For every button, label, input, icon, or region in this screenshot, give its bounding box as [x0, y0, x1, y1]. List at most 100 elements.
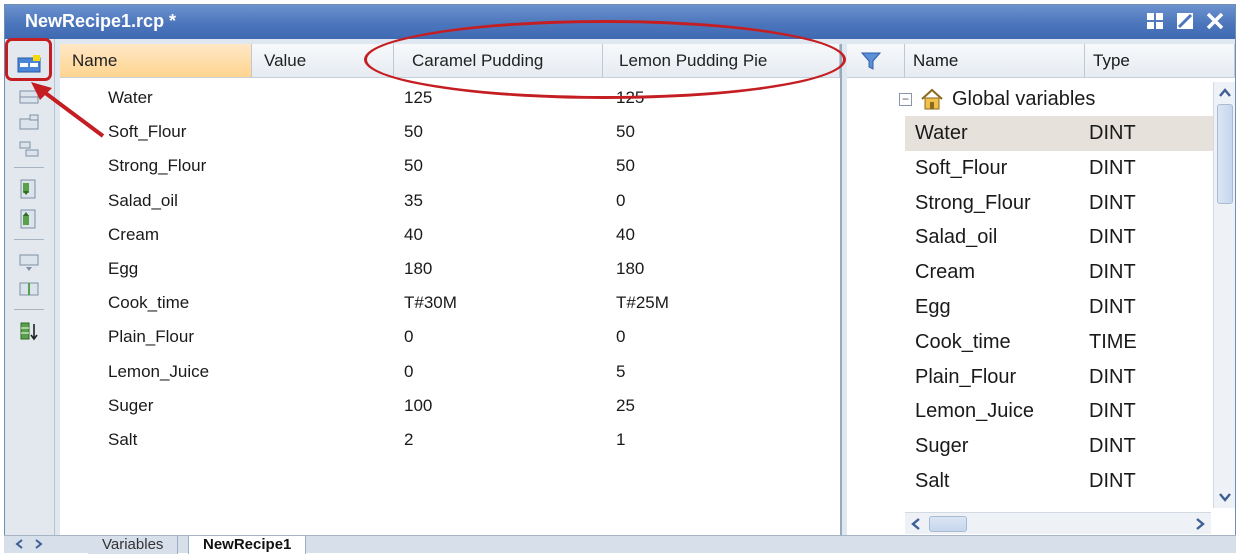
variable-row[interactable]: Salt DINT [905, 464, 1215, 499]
delete-column-icon[interactable] [16, 277, 42, 301]
cell-caramel-pudding[interactable]: 0 [404, 320, 413, 354]
vertical-scroll-thumb[interactable] [1217, 104, 1233, 204]
recipe-row[interactable]: Soft_Flour 50 50 [60, 115, 840, 149]
variable-type: DINT [1089, 435, 1136, 458]
variable-row[interactable]: Egg DINT [905, 290, 1215, 325]
tab-nav-right-icon[interactable] [32, 537, 46, 551]
sort-icon[interactable] [16, 319, 42, 343]
variable-row[interactable]: Plain_Flour DINT [905, 360, 1215, 395]
variable-name: Strong_Flour [915, 191, 1031, 214]
cell-caramel-pudding[interactable]: 40 [404, 218, 423, 252]
global-variables-group[interactable]: − Global variables [899, 82, 1095, 116]
cell-lemon-pudding-pie[interactable]: 25 [616, 389, 635, 423]
cell-lemon-pudding-pie[interactable]: 50 [616, 149, 635, 183]
recipe-row[interactable]: Plain_Flour 0 0 [60, 320, 840, 354]
scroll-left-icon[interactable] [907, 515, 925, 533]
cell-caramel-pudding[interactable]: 35 [404, 184, 423, 218]
toolbar-separator [14, 167, 44, 168]
variables-header-name[interactable]: Name [905, 44, 1085, 78]
toolbar-separator [14, 239, 44, 240]
variable-name: Salt [915, 470, 950, 492]
cell-lemon-pudding-pie[interactable]: 0 [616, 320, 625, 354]
variable-row[interactable]: Strong_Flour DINT [905, 186, 1215, 221]
cell-lemon-pudding-pie[interactable]: 180 [616, 252, 644, 286]
cell-name[interactable]: Plain_Flour [108, 320, 194, 354]
cell-lemon-pudding-pie[interactable]: 1 [616, 423, 625, 457]
tab-variables[interactable]: Variables [88, 536, 179, 554]
cell-lemon-pudding-pie[interactable]: 50 [616, 115, 635, 149]
cell-name[interactable]: Soft_Flour [108, 115, 186, 149]
recipe-toolbar [5, 39, 55, 539]
recipe-row[interactable]: Egg 180 180 [60, 252, 840, 286]
variable-row[interactable]: Cook_time TIME [905, 325, 1215, 360]
variable-row[interactable]: Salad_oil DINT [905, 220, 1215, 255]
toolbar-separator [14, 309, 44, 310]
filter-icon[interactable] [847, 44, 905, 78]
cell-name[interactable]: Water [108, 81, 153, 115]
move-column-icon[interactable] [16, 137, 42, 161]
recipe-row[interactable]: Lemon_Juice 0 5 [60, 355, 840, 389]
cell-name[interactable]: Salt [108, 423, 137, 457]
recipe-row[interactable]: Cook_time T#30M T#25M [60, 286, 840, 320]
column-header-name[interactable]: Name [60, 44, 252, 78]
variable-name: Egg [915, 296, 951, 318]
variable-row[interactable]: Lemon_Juice DINT [905, 394, 1215, 429]
scroll-down-icon[interactable] [1216, 488, 1234, 506]
collapse-icon[interactable]: − [899, 92, 912, 106]
scroll-right-icon[interactable] [1191, 515, 1209, 533]
variables-horizontal-scrollbar[interactable] [905, 512, 1211, 534]
variable-type: DINT [1089, 156, 1136, 179]
move-up-icon[interactable] [16, 207, 42, 231]
cell-caramel-pudding[interactable]: 180 [404, 252, 432, 286]
cell-caramel-pudding[interactable]: 100 [404, 389, 432, 423]
cell-caramel-pudding[interactable]: 0 [404, 355, 413, 389]
recipe-row[interactable]: Strong_Flour 50 50 [60, 149, 840, 183]
cell-name[interactable]: Salad_oil [108, 184, 178, 218]
cell-name[interactable]: Suger [108, 389, 153, 423]
cell-caramel-pudding[interactable]: 50 [404, 115, 423, 149]
cell-name[interactable]: Lemon_Juice [108, 355, 209, 389]
maximize-icon[interactable] [1173, 9, 1197, 33]
cell-lemon-pudding-pie[interactable]: T#25M [616, 286, 669, 320]
insert-row-icon[interactable] [16, 85, 42, 109]
delete-row-icon[interactable] [16, 249, 42, 273]
variables-vertical-scrollbar[interactable] [1213, 82, 1235, 508]
variable-name: Lemon_Juice [915, 400, 1034, 423]
cell-lemon-pudding-pie[interactable]: 0 [616, 184, 625, 218]
variable-type: DINT [1089, 261, 1136, 284]
variable-type: DINT [1089, 470, 1136, 492]
variable-row[interactable]: Water DINT [905, 116, 1215, 151]
variable-name: Cook_time [915, 330, 1011, 353]
cell-lemon-pudding-pie[interactable]: 40 [616, 218, 635, 252]
variable-row[interactable]: Suger DINT [905, 429, 1215, 464]
tab-newrecipe1[interactable]: NewRecipe1 [188, 536, 307, 554]
variable-type: DINT [1089, 226, 1136, 249]
variable-name: Salad_oil [915, 226, 998, 249]
move-down-icon[interactable] [16, 177, 42, 201]
recipe-row[interactable]: Suger 100 25 [60, 389, 840, 423]
horizontal-scroll-thumb[interactable] [929, 516, 967, 532]
cell-name[interactable]: Cook_time [108, 286, 189, 320]
cell-lemon-pudding-pie[interactable]: 5 [616, 355, 625, 389]
variable-type: DINT [1089, 296, 1136, 318]
recipe-row[interactable]: Cream 40 40 [60, 218, 840, 252]
variable-row[interactable]: Soft_Flour DINT [905, 151, 1215, 186]
recipe-row[interactable]: Salt 2 1 [60, 423, 840, 457]
cell-name[interactable]: Strong_Flour [108, 149, 206, 183]
recipe-row[interactable]: Salad_oil 35 0 [60, 184, 840, 218]
insert-column-icon[interactable] [16, 111, 42, 135]
variable-row[interactable]: Cream DINT [905, 255, 1215, 290]
tab-nav-left-icon[interactable] [12, 537, 26, 551]
highlight-box [5, 38, 52, 81]
tile-icon[interactable] [1143, 9, 1167, 33]
cell-caramel-pudding[interactable]: T#30M [404, 286, 457, 320]
cell-name[interactable]: Egg [108, 252, 138, 286]
cell-name[interactable]: Cream [108, 218, 159, 252]
cell-caramel-pudding[interactable]: 50 [404, 149, 423, 183]
close-icon[interactable] [1203, 9, 1227, 33]
highlight-ellipse [364, 20, 846, 99]
scroll-up-icon[interactable] [1216, 84, 1234, 102]
variables-header-type[interactable]: Type [1085, 44, 1235, 78]
cell-caramel-pudding[interactable]: 2 [404, 423, 413, 457]
variables-panel: Name Type − Global variables Water DINT So… [847, 44, 1235, 544]
